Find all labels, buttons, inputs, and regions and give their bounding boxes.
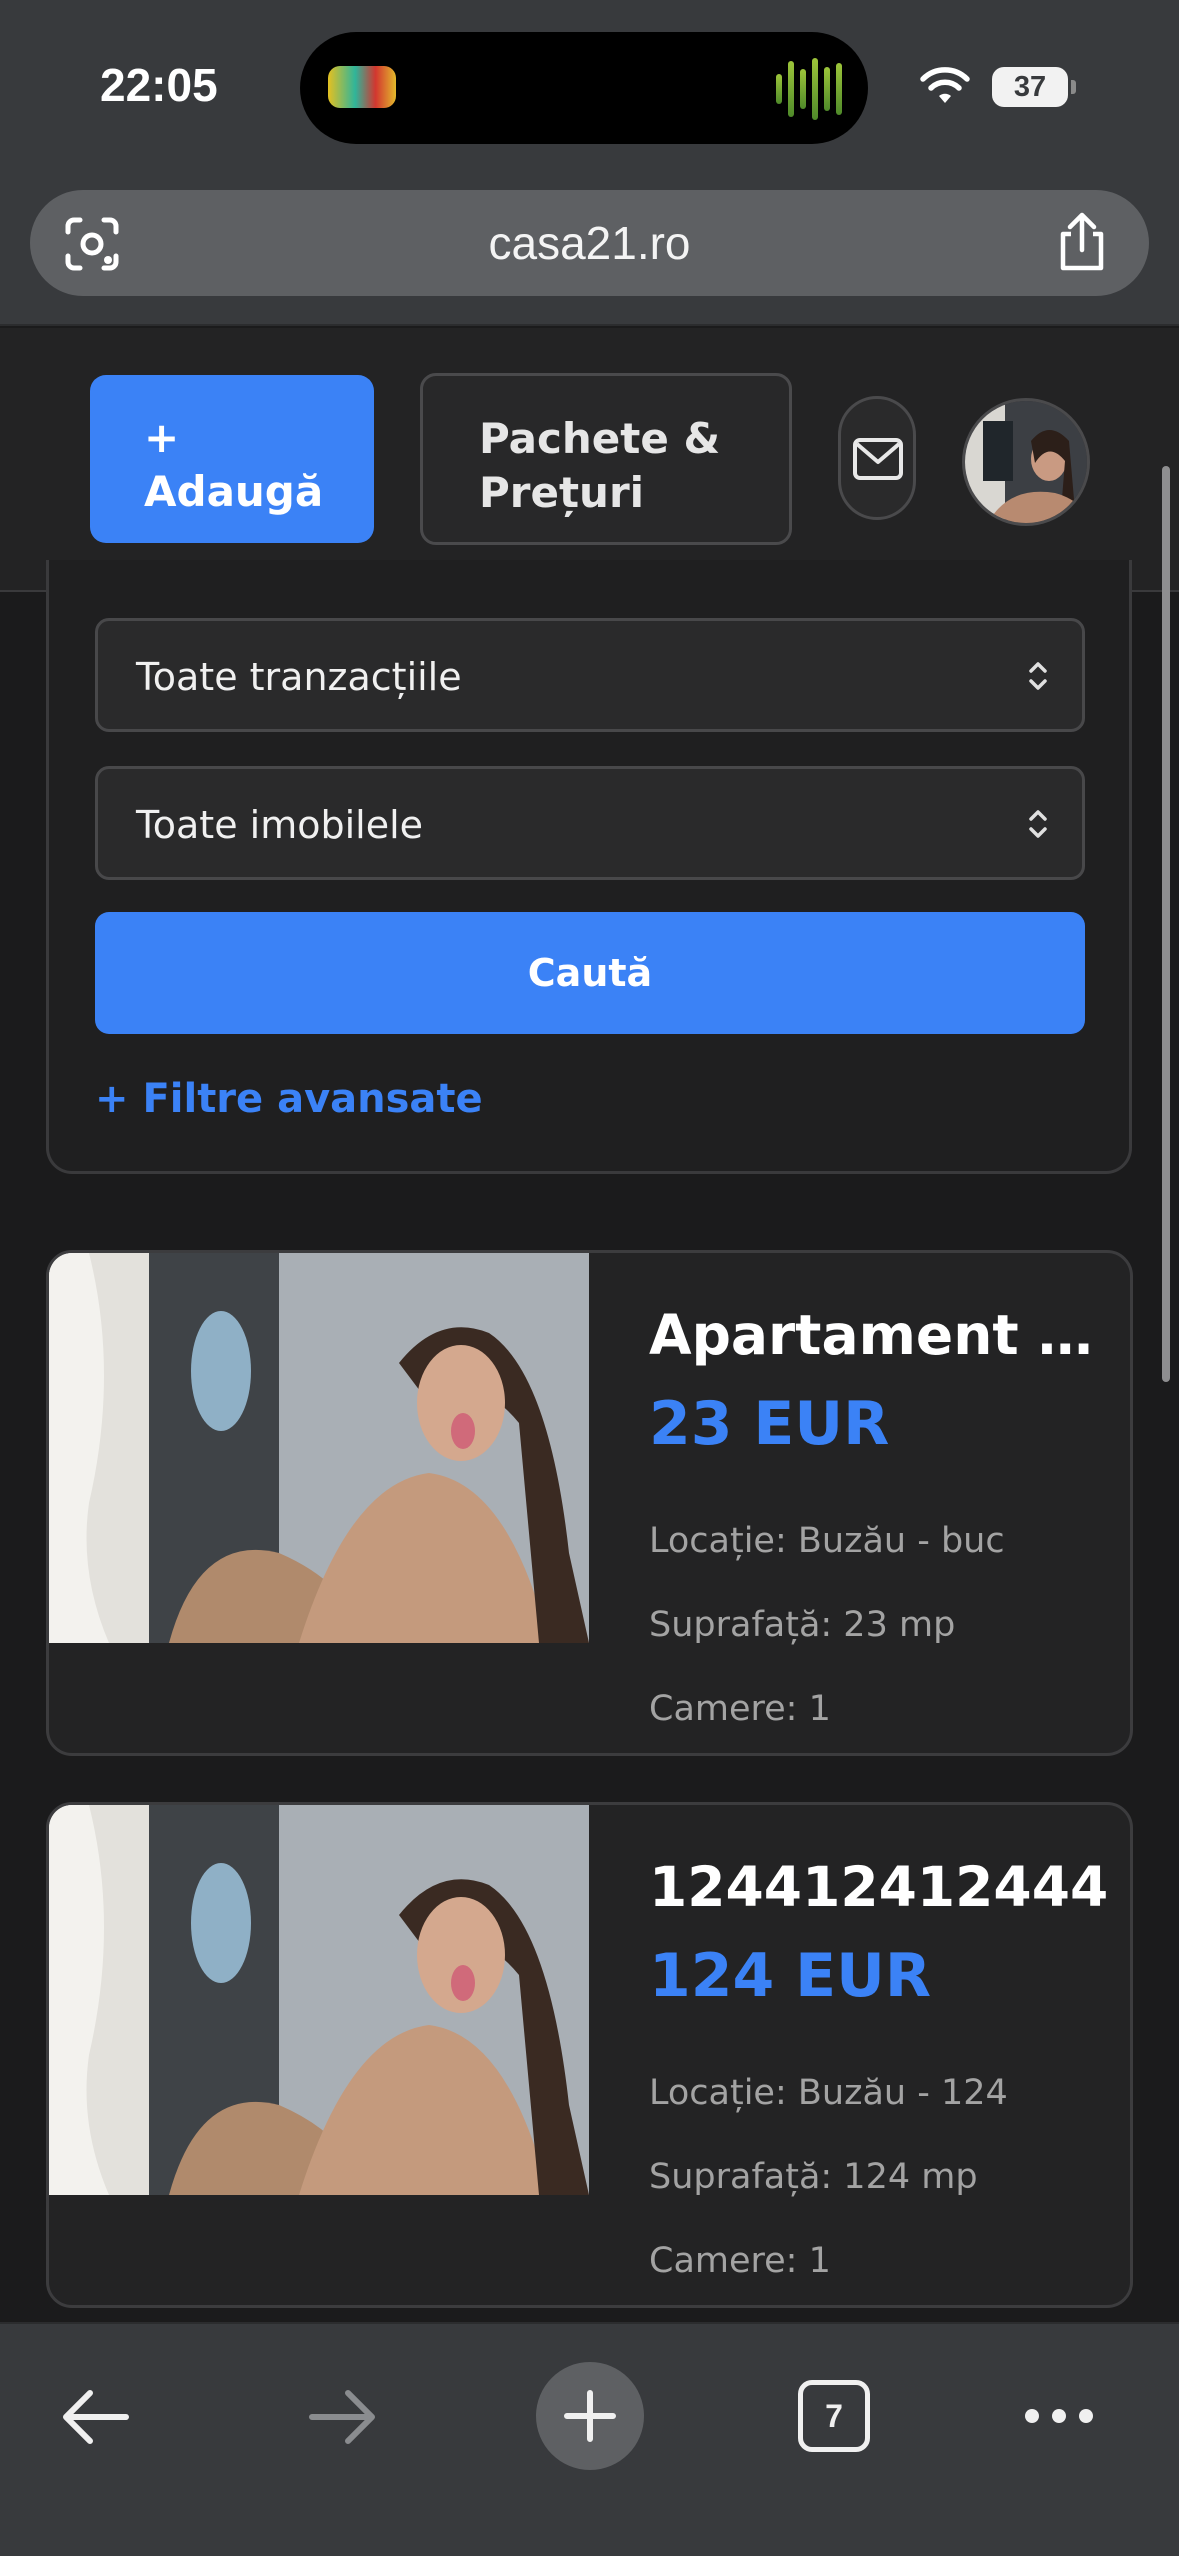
transaction-type-select[interactable]: Toate tranzacțiile: [95, 618, 1085, 732]
plus-icon: [564, 2390, 616, 2442]
listing-photo[interactable]: [49, 1253, 589, 1643]
search-button[interactable]: Caută: [95, 912, 1085, 1034]
scrollbar[interactable]: [1162, 466, 1170, 1382]
listing-info: Apartament 2 camere 23 EUR Locație: Buză…: [649, 1303, 1118, 1751]
listing-price: 23 EUR: [649, 1389, 890, 1459]
listing-location: Locație: Buzău - 124: [649, 2073, 1008, 2113]
updown-chevron-icon: [1029, 810, 1047, 838]
status-time: 22:05: [100, 59, 218, 111]
site-header: + Adaugă Pachete & Prețuri: [0, 328, 1179, 592]
listing-meta: Locație: Buzău - buc Suprafață: 23 mp Ca…: [649, 1499, 1118, 1751]
listing-price: 124 EUR: [649, 1941, 932, 2011]
back-arrow-icon[interactable]: [58, 2386, 132, 2448]
share-icon[interactable]: [1055, 212, 1109, 272]
listing-photo-image: [49, 1805, 589, 2195]
url-bar[interactable]: casa21.ro: [30, 190, 1149, 296]
tab-switcher-button[interactable]: 7: [798, 2380, 870, 2452]
advanced-filters-link[interactable]: + Filtre avansate: [95, 1076, 483, 1122]
browser-top-bar: 22:05 37 casa21.ro: [0, 0, 1179, 326]
more-dots-icon[interactable]: [1022, 2404, 1096, 2428]
avatar-photo: [965, 401, 1087, 523]
listing-info: 124412412444 124 EUR Locație: Buzău - 12…: [649, 1855, 1118, 2303]
property-type-value: Toate imobilele: [136, 803, 424, 847]
mail-icon: [853, 438, 903, 480]
wifi-icon: [920, 67, 970, 103]
forward-arrow-icon[interactable]: [306, 2386, 380, 2448]
now-playing-app-icon: [328, 66, 396, 108]
search-panel: Toate tranzacțiile Toate imobilele Caută…: [46, 560, 1132, 1174]
url-text[interactable]: casa21.ro: [30, 216, 1149, 270]
listing-location: Locație: Buzău - buc: [649, 1521, 1005, 1561]
listing-rooms: Camere: 1: [649, 2241, 831, 2281]
listing-title[interactable]: 124412412444: [649, 1855, 1118, 1919]
property-type-select[interactable]: Toate imobilele: [95, 766, 1085, 880]
avatar[interactable]: [962, 398, 1090, 526]
listing-photo-image: [49, 1253, 589, 1643]
transaction-type-value: Toate tranzacțiile: [136, 655, 462, 699]
browser-bottom-bar: 7: [0, 2322, 1179, 2556]
pricing-button[interactable]: Pachete & Prețuri: [420, 373, 792, 545]
listing-area: Suprafață: 124 mp: [649, 2157, 978, 2197]
listing-card[interactable]: Apartament 2 camere 23 EUR Locație: Buză…: [46, 1250, 1133, 1756]
listing-card[interactable]: 124412412444 124 EUR Locație: Buzău - 12…: [46, 1802, 1133, 2308]
listing-rooms: Camere: 1: [649, 1689, 831, 1729]
messages-button[interactable]: [838, 396, 916, 520]
dynamic-island: [300, 32, 868, 144]
audio-waveform-icon: [776, 54, 846, 124]
listing-title[interactable]: Apartament 2 camere: [649, 1303, 1118, 1367]
listing-meta: Locație: Buzău - 124 Suprafață: 124 mp C…: [649, 2051, 1118, 2303]
listing-area: Suprafață: 23 mp: [649, 1605, 956, 1645]
battery-icon: 37: [992, 67, 1076, 107]
status-icons: 37: [920, 62, 1076, 112]
new-tab-button[interactable]: [536, 2362, 644, 2470]
add-listing-button[interactable]: + Adaugă: [90, 375, 374, 543]
updown-chevron-icon: [1029, 662, 1047, 690]
listing-photo[interactable]: [49, 1805, 589, 2195]
